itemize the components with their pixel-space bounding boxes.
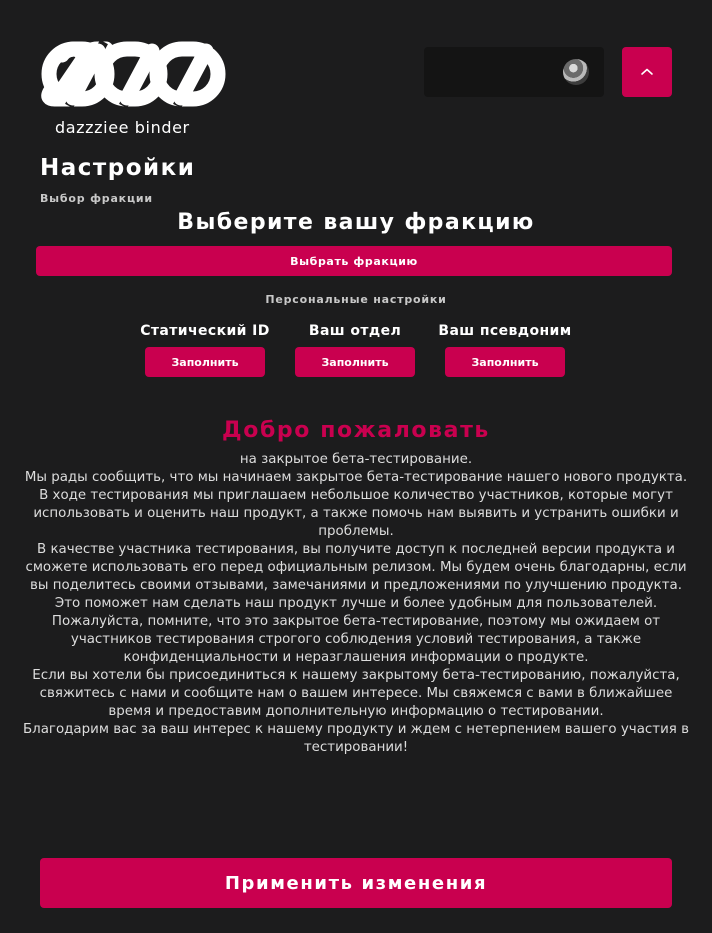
nickname-field: Ваш псевдоним Заполнить xyxy=(435,323,575,377)
personal-section-label: Персональные настройки xyxy=(265,293,447,306)
faction-heading: Выберите вашу фракцию xyxy=(177,210,535,235)
user-avatar-icon xyxy=(563,59,589,85)
static-id-label: Статический ID xyxy=(140,323,270,339)
welcome-paragraph: Благодарим вас за ваш интерес к нашему п… xyxy=(22,722,689,755)
department-label: Ваш отдел xyxy=(308,323,402,339)
apply-changes-button[interactable]: Применить изменения xyxy=(40,858,672,908)
welcome-paragraph: на закрытое бета-тестирование. xyxy=(239,452,473,467)
brand-logo: dazzziee binder xyxy=(40,40,226,137)
welcome-paragraph: Если вы хотели бы присоединиться к нашем… xyxy=(32,668,680,719)
chevron-up-icon xyxy=(641,68,653,75)
chain-link-logo-icon xyxy=(41,40,226,109)
static-id-field: Статический ID Заполнить xyxy=(135,323,275,377)
brand-name: dazzziee binder xyxy=(55,118,190,137)
user-profile-box[interactable] xyxy=(424,47,604,97)
page-title: Настройки xyxy=(40,155,196,181)
welcome-paragraph: Мы рады сообщить, что мы начинаем закрыт… xyxy=(24,470,688,539)
welcome-title: Добро пожаловать xyxy=(222,418,490,443)
welcome-text: на закрытое бета-тестирование. Мы рады с… xyxy=(20,451,692,757)
welcome-paragraph: Пожалуйста, помните, что это закрытое бе… xyxy=(51,614,661,665)
static-id-fill-button[interactable]: Заполнить xyxy=(145,347,265,377)
collapse-button[interactable] xyxy=(622,47,672,97)
choose-faction-button[interactable]: Выбрать фракцию xyxy=(36,246,672,276)
nickname-label: Ваш псевдоним xyxy=(438,323,572,339)
faction-section-label: Выбор фракции xyxy=(40,192,153,205)
nickname-fill-button[interactable]: Заполнить xyxy=(445,347,565,377)
department-fill-button[interactable]: Заполнить xyxy=(295,347,415,377)
settings-page: dazzziee binder Настройки Выбор фракции … xyxy=(0,0,712,933)
department-field: Ваш отдел Заполнить xyxy=(285,323,425,377)
welcome-paragraph: В качестве участника тестирования, вы по… xyxy=(25,542,687,611)
